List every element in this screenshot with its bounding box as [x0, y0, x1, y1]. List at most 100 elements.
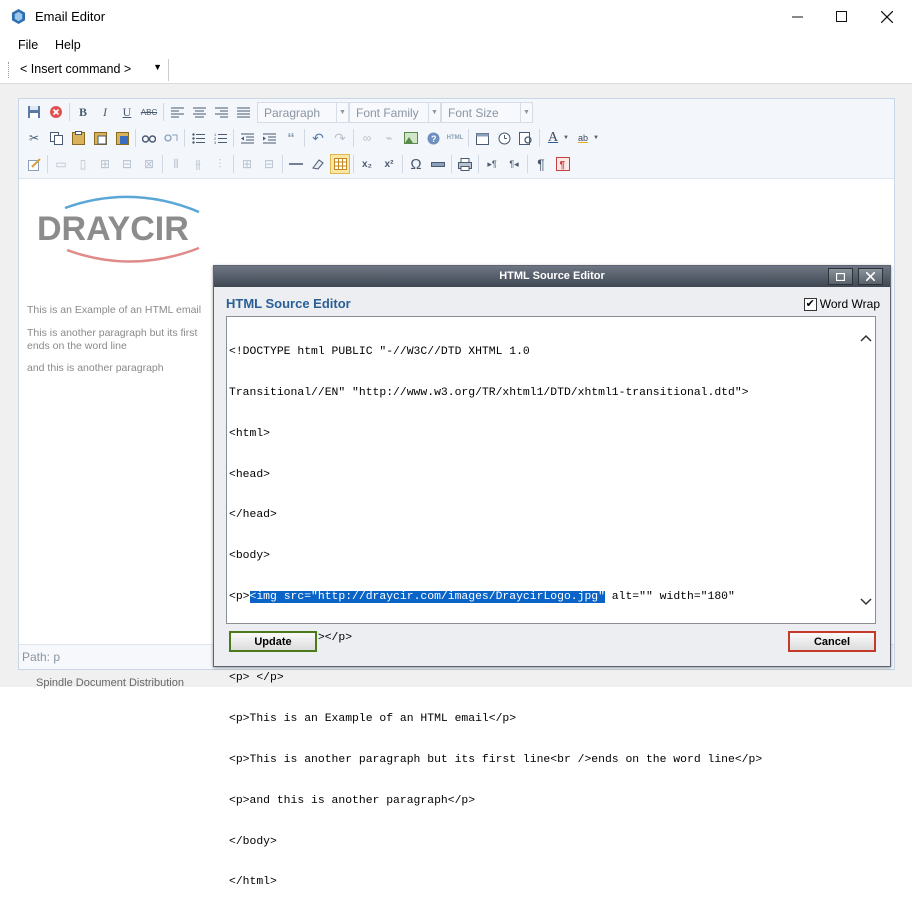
underline-button[interactable]: U — [117, 102, 137, 122]
column-after-icon[interactable]: ⫵ — [188, 154, 208, 174]
dialog-close-button[interactable] — [858, 268, 883, 285]
word-wrap-checkbox[interactable]: ✔ — [803, 297, 817, 311]
horizontal-rule-icon[interactable] — [286, 154, 306, 174]
link-icon[interactable]: ∞ — [357, 128, 377, 148]
editor-toolbar: B I U ABC Paragraph ▼ Font Family ▼ Font… — [19, 99, 894, 179]
chevron-down-icon[interactable]: ▼ — [591, 128, 601, 148]
cancel-button[interactable]: Cancel — [788, 631, 876, 652]
italic-button[interactable]: I — [95, 102, 115, 122]
close-button[interactable] — [864, 0, 910, 33]
merge-cells-icon[interactable]: ⊟ — [259, 154, 279, 174]
html-source-textarea[interactable]: <!DOCTYPE html PUBLIC "-//W3C//DTD XHTML… — [226, 316, 876, 888]
align-center-icon[interactable] — [189, 102, 209, 122]
special-char-button[interactable]: Ω — [406, 154, 426, 174]
column-before-icon[interactable]: ⫴ — [166, 154, 186, 174]
toolbar-separator — [402, 155, 403, 173]
toolbar-separator — [539, 129, 540, 147]
scroll-up-button[interactable] — [859, 331, 873, 345]
replace-icon[interactable] — [161, 128, 181, 148]
toolbar-separator — [233, 129, 234, 147]
dialog-maximize-button[interactable] — [828, 268, 853, 285]
toolbar-grip[interactable] — [8, 62, 10, 78]
toolbar-row-3: ▭ ▯ ⊞ ⊟ ⊠ ⫴ ⫵ ⫶ ⊞ ⊟ x₂ x² Ω ▸¶ ¶◂ ¶ ¶ — [23, 154, 893, 176]
justify-icon[interactable] — [233, 102, 253, 122]
bullet-list-icon[interactable] — [188, 128, 208, 148]
toolbar-separator — [353, 129, 354, 147]
paste-word-icon[interactable] — [112, 128, 132, 148]
cancel-icon[interactable] — [46, 102, 66, 122]
bold-button[interactable]: B — [73, 102, 93, 122]
subscript-button[interactable]: x₂ — [357, 154, 377, 174]
table-insert-icon[interactable]: ⊞ — [95, 154, 115, 174]
nonbreaking-space-icon[interactable] — [428, 154, 448, 174]
blockquote-icon[interactable]: “ — [281, 128, 301, 148]
insert-image-icon[interactable] — [401, 128, 421, 148]
menu-file[interactable]: File — [18, 38, 38, 52]
update-button[interactable]: Update — [229, 631, 317, 652]
numbered-list-icon[interactable]: 123 — [210, 128, 230, 148]
source-line: <!DOCTYPE html PUBLIC "-//W3C//DTD XHTML… — [229, 346, 530, 359]
highlight-color-icon[interactable]: ab — [573, 128, 593, 148]
source-line-img: <p><img src="http://draycir.com/images/D… — [229, 590, 857, 605]
rtl-icon[interactable]: ¶◂ — [504, 154, 524, 174]
table-row-icon[interactable]: ▭ — [51, 154, 71, 174]
find-icon[interactable] — [139, 128, 159, 148]
insert-command-select[interactable]: < Insert command > ▼ — [14, 59, 169, 81]
html-source-button[interactable]: HTML — [445, 128, 465, 148]
print-icon[interactable] — [455, 154, 475, 174]
menu-help[interactable]: Help — [55, 38, 81, 52]
paragraph-select[interactable]: Paragraph ▼ — [257, 102, 349, 123]
source-code: <!DOCTYPE html PUBLIC "-//W3C//DTD XHTML… — [229, 319, 857, 917]
maximize-button[interactable] — [818, 0, 864, 33]
insert-time-icon[interactable] — [494, 128, 514, 148]
eraser-icon[interactable] — [308, 154, 328, 174]
text-color-icon[interactable]: A — [543, 128, 563, 148]
chevron-down-icon[interactable]: ▼ — [561, 128, 571, 148]
cut-icon[interactable]: ✂ — [24, 128, 44, 148]
insert-date-icon[interactable] — [472, 128, 492, 148]
source-line: <html> — [229, 427, 271, 440]
align-left-icon[interactable] — [167, 102, 187, 122]
app-logo-icon — [11, 9, 26, 24]
preview-icon[interactable] — [516, 128, 536, 148]
save-icon[interactable] — [24, 102, 44, 122]
insert-table-icon[interactable] — [330, 154, 350, 174]
img-line-suffix: alt="" width="180" — [604, 590, 735, 603]
align-right-icon[interactable] — [211, 102, 231, 122]
show-blocks-button[interactable]: ¶ — [531, 154, 551, 174]
scroll-down-button[interactable] — [859, 595, 873, 609]
word-wrap-option[interactable]: ✔ Word Wrap — [803, 297, 880, 311]
chevron-down-icon: ▼ — [520, 103, 532, 122]
maximize-icon — [836, 272, 845, 281]
copy-icon[interactable] — [46, 128, 66, 148]
split-cells-icon[interactable]: ⊞ — [237, 154, 257, 174]
source-line: <p>and this is another paragraph</p> — [229, 794, 476, 807]
undo-icon[interactable]: ↶ — [308, 128, 328, 148]
ltr-icon[interactable]: ▸¶ — [482, 154, 502, 174]
html-source-dialog: HTML Source Editor HTML Source Editor ✔ … — [213, 265, 891, 888]
column-delete-icon[interactable]: ⫶ — [210, 154, 230, 174]
toolbar-separator — [162, 155, 163, 173]
font-family-select[interactable]: Font Family ▼ — [349, 102, 441, 123]
strikethrough-button[interactable]: ABC — [139, 102, 159, 122]
unlink-icon[interactable]: ⌁ — [379, 128, 399, 148]
insert-command-value: < Insert command > — [20, 62, 132, 76]
path-text: Path: p — [22, 650, 61, 664]
minimize-button[interactable] — [774, 0, 820, 33]
indent-icon[interactable] — [259, 128, 279, 148]
table-col-icon[interactable]: ▯ — [73, 154, 93, 174]
chevron-down-icon — [860, 598, 872, 606]
outdent-icon[interactable] — [237, 128, 257, 148]
edit-css-icon[interactable] — [24, 154, 44, 174]
help-icon[interactable]: ? — [423, 128, 443, 148]
redo-icon[interactable]: ↷ — [330, 128, 350, 148]
superscript-button[interactable]: x² — [379, 154, 399, 174]
paragraph-select-value: Paragraph — [264, 106, 321, 120]
table-merge-icon[interactable]: ⊟ — [117, 154, 137, 174]
table-delete-icon[interactable]: ⊠ — [139, 154, 159, 174]
font-size-select[interactable]: Font Size ▼ — [441, 102, 533, 123]
remove-format-icon[interactable]: ¶ — [553, 154, 573, 174]
paste-icon[interactable] — [68, 128, 88, 148]
toolbar-separator — [304, 129, 305, 147]
paste-text-icon[interactable] — [90, 128, 110, 148]
